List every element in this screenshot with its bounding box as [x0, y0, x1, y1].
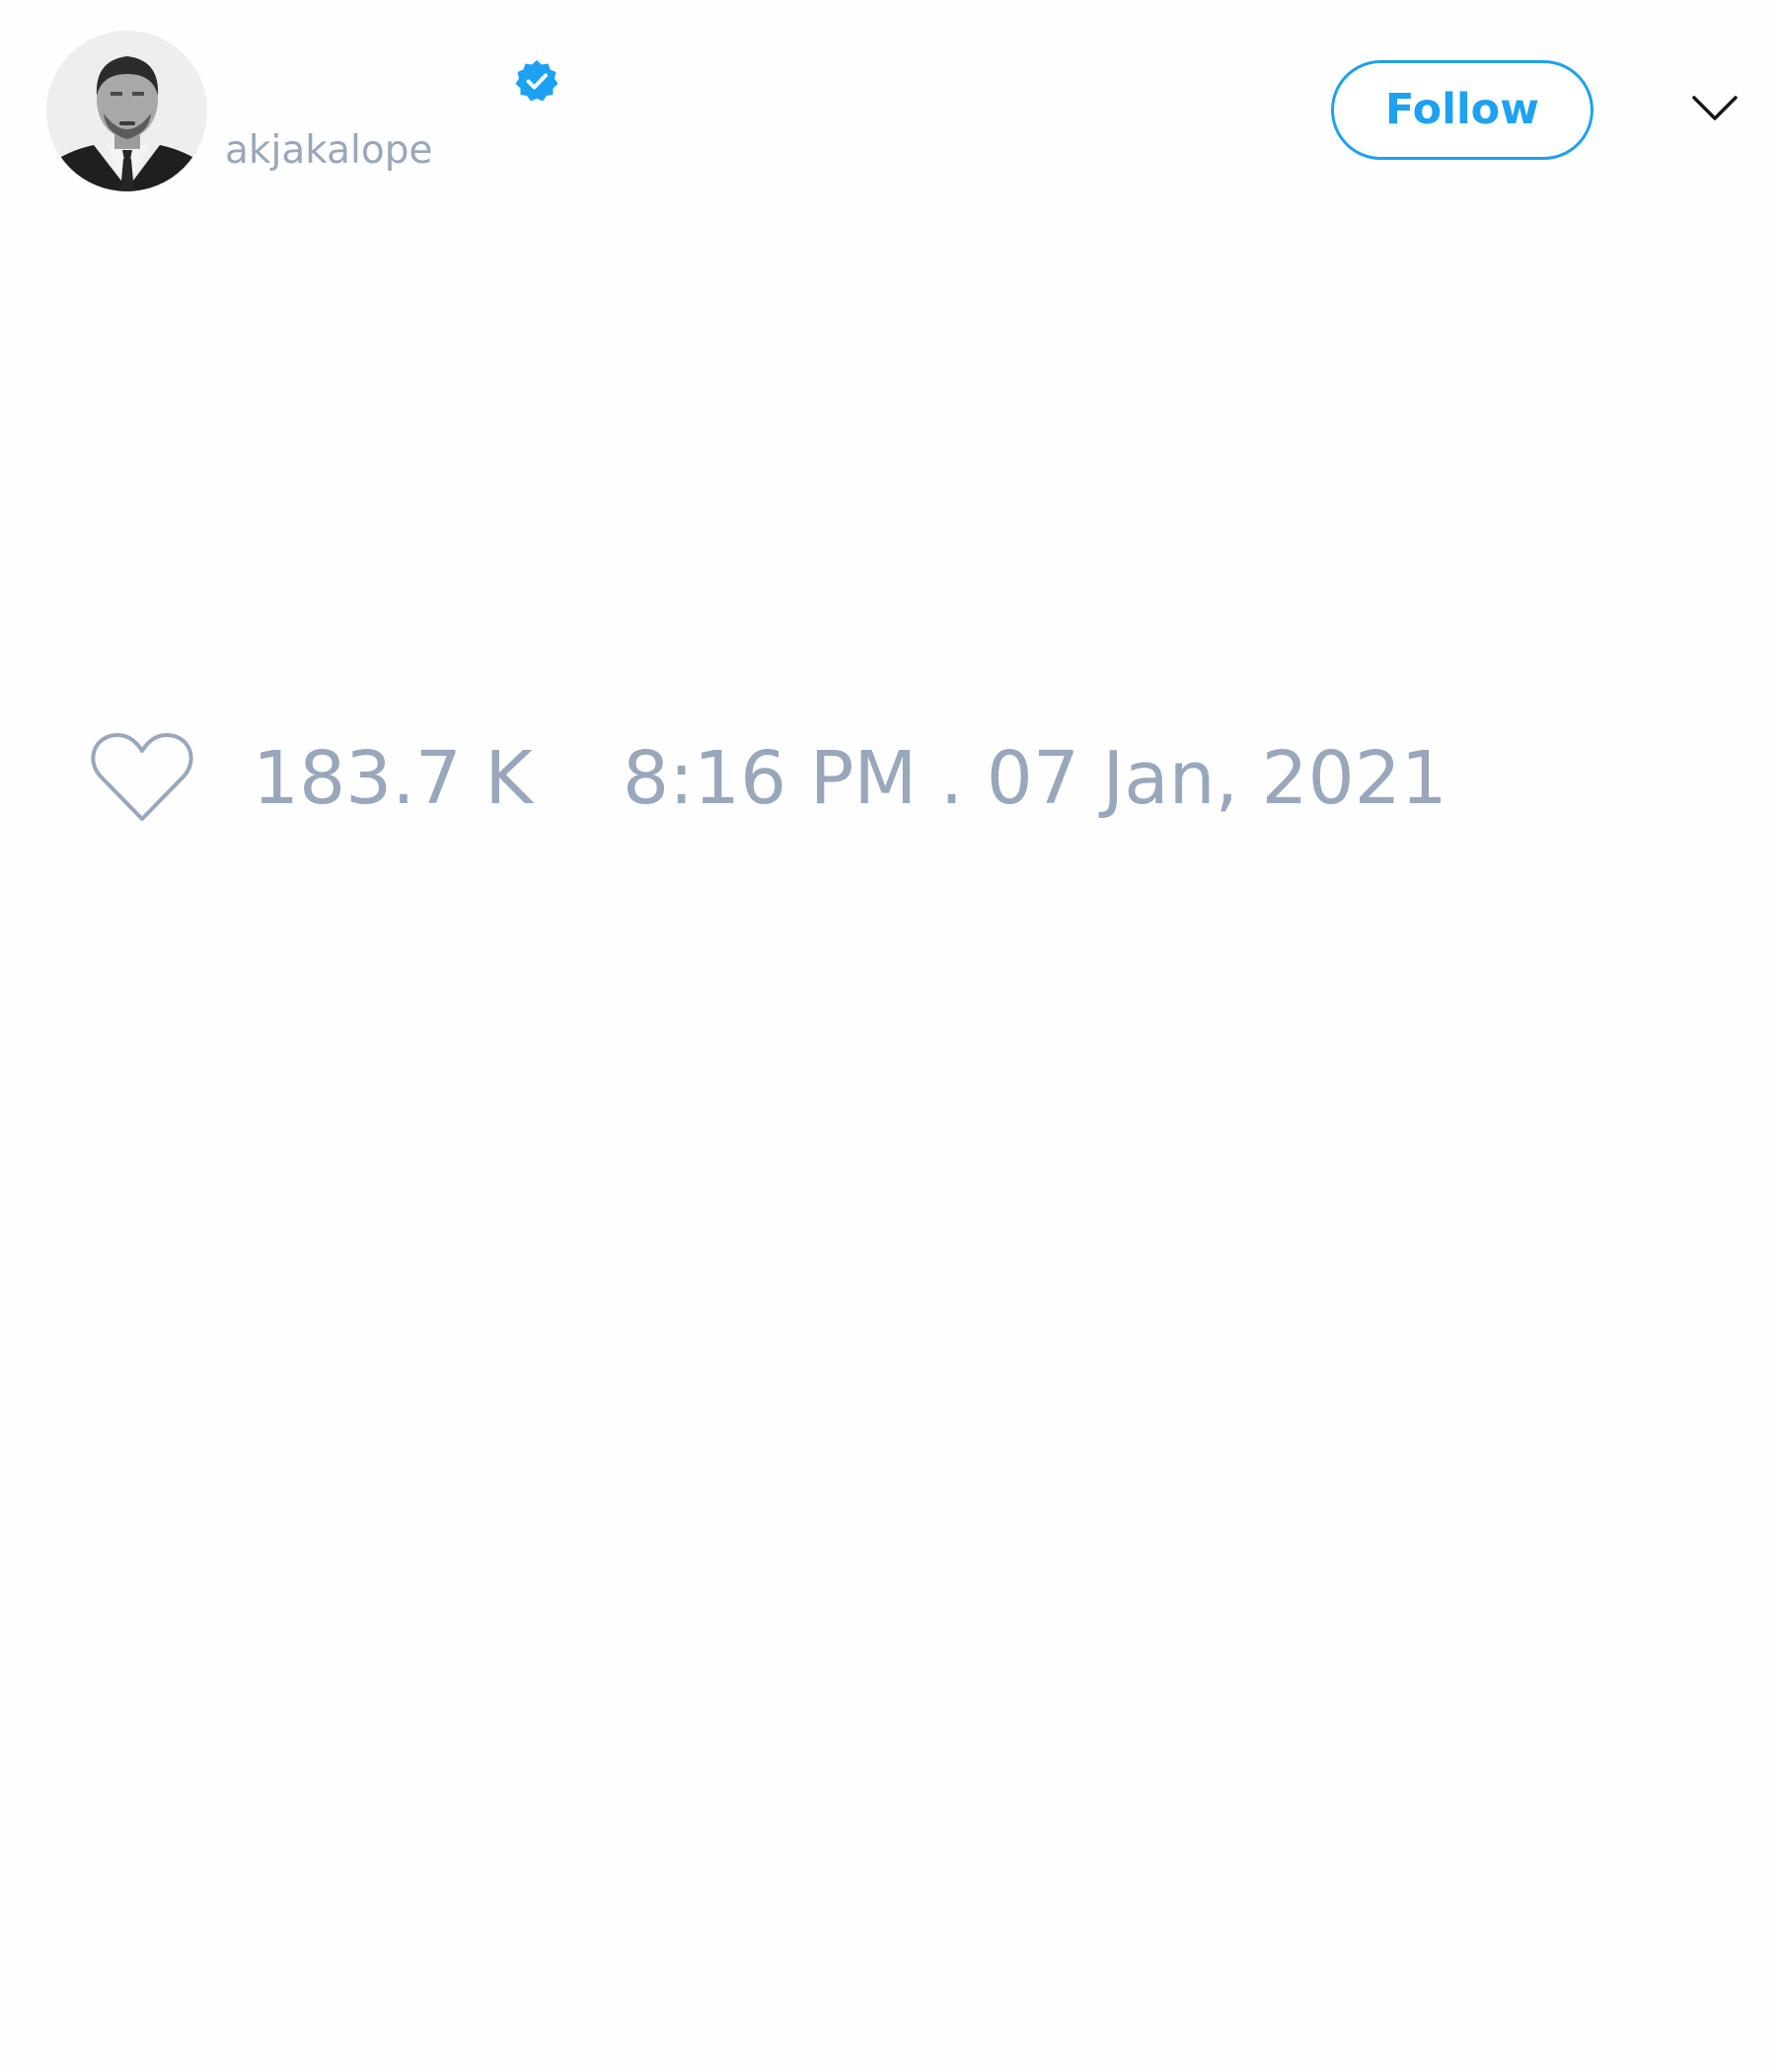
- follow-button[interactable]: Follow: [1331, 60, 1593, 160]
- tweet-timestamp[interactable]: 8:16 PM . 07 Jan, 2021: [623, 736, 1447, 821]
- heart-icon[interactable]: [90, 731, 194, 824]
- avatar[interactable]: [46, 31, 207, 191]
- like-count: 183.7 K: [253, 736, 533, 821]
- verified-badge-icon: [514, 58, 559, 104]
- user-handle[interactable]: akjakalope: [225, 128, 432, 174]
- chevron-down-icon[interactable]: [1691, 94, 1739, 123]
